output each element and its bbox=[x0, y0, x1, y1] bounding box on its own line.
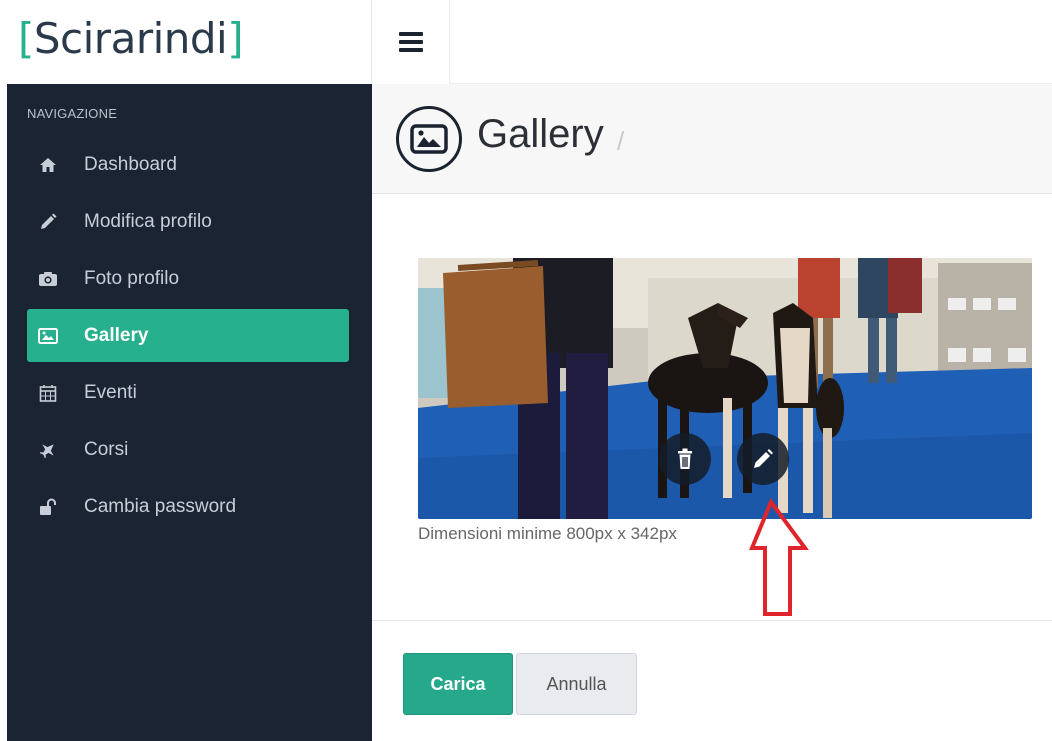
breadcrumb-separator: / bbox=[617, 126, 625, 156]
sidebar-nav: Dashboard Modifica profilo Foto profilo … bbox=[27, 136, 349, 535]
sidebar-item-label: Eventi bbox=[84, 381, 137, 403]
sidebar: NAVIGAZIONE Dashboard Modifica profilo F… bbox=[7, 84, 372, 741]
hamburger-icon bbox=[398, 32, 423, 52]
form-divider bbox=[372, 620, 1052, 621]
pencil-icon bbox=[754, 449, 773, 468]
sidebar-item-dashboard[interactable]: Dashboard bbox=[27, 136, 349, 193]
sidebar-item-label: Cambia password bbox=[84, 495, 237, 517]
sidebar-item-label: Gallery bbox=[84, 324, 149, 346]
home-icon bbox=[37, 157, 59, 173]
sidebar-item-corsi[interactable]: Corsi bbox=[27, 421, 349, 478]
annulla-button[interactable]: Annulla bbox=[516, 653, 637, 715]
delete-image-button[interactable] bbox=[659, 433, 711, 485]
picture-icon bbox=[396, 106, 462, 172]
logo-area: [Scirarindi] bbox=[0, 0, 372, 84]
sidebar-item-gallery[interactable]: Gallery bbox=[27, 309, 349, 362]
sidebar-item-label: Dashboard bbox=[84, 153, 177, 175]
sidebar-item-foto-profilo[interactable]: Foto profilo bbox=[27, 250, 349, 307]
gallery-caption: Dimensioni minime 800px x 342px bbox=[418, 524, 677, 543]
sidebar-item-label: Foto profilo bbox=[84, 267, 180, 289]
sidebar-item-eventi[interactable]: Eventi bbox=[27, 364, 349, 421]
calendar-icon bbox=[37, 384, 59, 402]
pencil-icon bbox=[37, 213, 59, 231]
carica-button[interactable]: Carica bbox=[403, 653, 513, 715]
sidebar-item-label: Corsi bbox=[84, 438, 129, 460]
logo-bracket-close: ] bbox=[227, 14, 244, 63]
sidebar-item-cambia-password[interactable]: Cambia password bbox=[27, 478, 349, 535]
unlock-icon bbox=[37, 498, 59, 516]
edit-image-button[interactable] bbox=[737, 433, 789, 485]
brand-name: Scirarindi bbox=[33, 14, 228, 63]
gallery-image bbox=[418, 258, 1032, 519]
brand-logo[interactable]: [Scirarindi] bbox=[18, 14, 244, 63]
gallery-photo bbox=[418, 258, 1032, 519]
trash-icon bbox=[678, 448, 692, 469]
picture-icon bbox=[37, 327, 59, 344]
top-bar bbox=[450, 0, 1052, 84]
camera-icon bbox=[37, 271, 59, 287]
page-header: Gallery / bbox=[372, 84, 1052, 194]
menu-toggle-button[interactable] bbox=[372, 0, 450, 84]
nav-heading: NAVIGAZIONE bbox=[27, 106, 118, 121]
page-title: Gallery bbox=[477, 112, 604, 156]
plane-icon bbox=[37, 441, 59, 459]
sidebar-item-label: Modifica profilo bbox=[84, 210, 212, 232]
logo-bracket-open: [ bbox=[18, 14, 34, 63]
annotation-arrow-icon bbox=[749, 498, 809, 616]
sidebar-item-modifica-profilo[interactable]: Modifica profilo bbox=[27, 193, 349, 250]
